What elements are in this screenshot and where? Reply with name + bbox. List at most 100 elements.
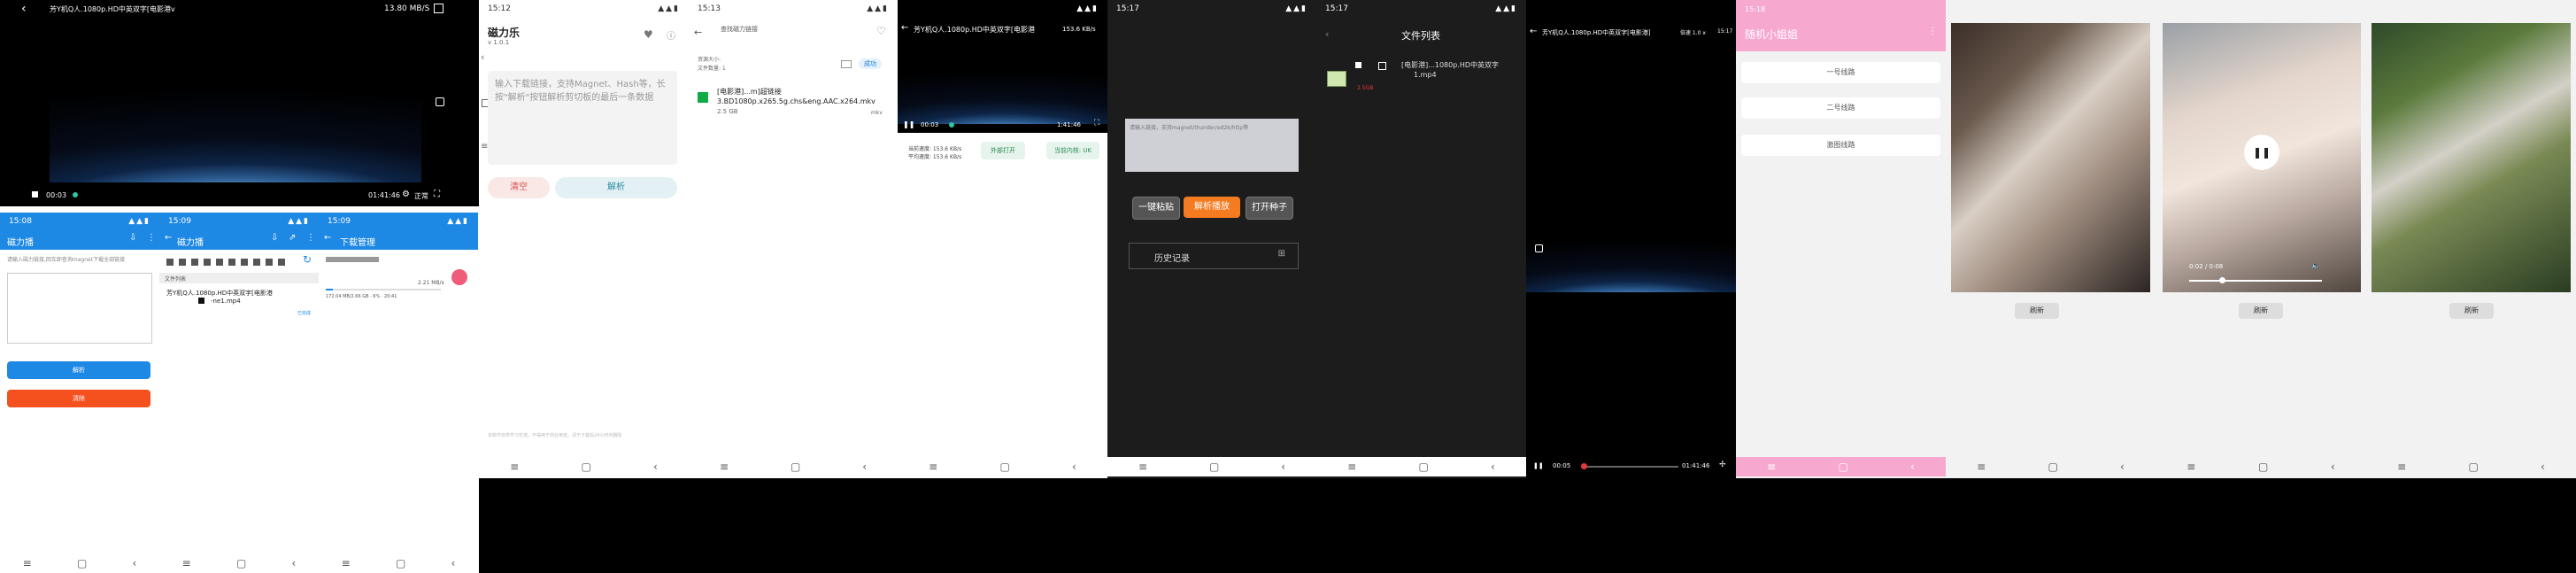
back-nav-icon[interactable]: ‹ xyxy=(2331,461,2335,473)
lock-icon[interactable] xyxy=(1535,244,1543,252)
select-all-checkbox[interactable] xyxy=(1355,62,1361,68)
favorite-icon[interactable]: ♡ xyxy=(876,25,886,37)
lock-icon[interactable] xyxy=(436,97,444,106)
play-pause-icon[interactable]: ❚❚ xyxy=(903,120,914,128)
seek-thumb[interactable] xyxy=(1581,463,1587,469)
external-open-button[interactable]: 外部打开 xyxy=(981,142,1025,159)
playback-speed-button[interactable]: 正常 xyxy=(414,191,428,201)
download-icon[interactable]: ⇩ xyxy=(129,233,136,243)
back-nav-icon[interactable]: ‹ xyxy=(133,557,137,569)
link-input[interactable]: 请输入链接，支持magnet/thunder/ed2k/http等 xyxy=(1125,119,1299,172)
seek-thumb[interactable] xyxy=(949,122,954,128)
back-nav-icon[interactable]: ‹ xyxy=(1072,461,1076,473)
back-nav-icon[interactable]: ‹ xyxy=(1491,461,1495,473)
download-icon[interactable]: ⇩ xyxy=(271,233,278,243)
fan-icon[interactable]: ✢ xyxy=(1719,461,1726,469)
menu-nav-icon[interactable]: ≡ xyxy=(1977,461,1986,473)
fullscreen-icon[interactable]: ⛶ xyxy=(1094,119,1099,128)
video-area[interactable]: ▲▲▮ ← 芳Y机Q人.1080p.HD中英双字[电影港 153.6 KB/s … xyxy=(898,0,1107,133)
home-nav-icon[interactable]: ▢ xyxy=(1838,461,1847,473)
info-icon[interactable]: ⓘ xyxy=(667,28,675,42)
kernel-button[interactable]: 当前内核: UK xyxy=(1046,142,1099,159)
pause-button[interactable]: ❚❚ xyxy=(2244,135,2279,170)
home-nav-icon[interactable]: ▢ xyxy=(2258,461,2268,473)
parse-play-button[interactable]: 解析播放 xyxy=(1184,197,1240,218)
back-nav-icon[interactable]: ‹ xyxy=(2120,461,2125,473)
favorite-icon[interactable]: ♥ xyxy=(644,28,653,41)
link-input[interactable]: 输入下载链接，支持Magnet、Hash等，长按"解析"按钮解析剪切板的最后一条… xyxy=(488,71,677,165)
more-icon[interactable]: ⋮ xyxy=(147,233,156,243)
seek-bar[interactable] xyxy=(1581,466,1678,468)
settings-icon[interactable]: ⚙ xyxy=(402,190,410,199)
back-icon[interactable]: ← xyxy=(324,233,331,243)
menu-nav-icon[interactable]: ≡ xyxy=(23,557,32,569)
home-nav-icon[interactable]: ▢ xyxy=(236,557,246,569)
menu-nav-icon[interactable]: ≡ xyxy=(1138,461,1147,473)
more-icon[interactable]: ⋮ xyxy=(306,233,315,243)
share-icon[interactable] xyxy=(434,4,443,13)
stop-button[interactable] xyxy=(451,269,467,285)
share-icon[interactable]: ⇗ xyxy=(289,233,296,243)
home-nav-icon[interactable]: ▢ xyxy=(581,461,590,473)
home-nav-icon[interactable]: ▢ xyxy=(1209,461,1219,473)
side-back-icon[interactable]: ‹ xyxy=(481,51,484,63)
back-icon[interactable]: ← xyxy=(165,233,172,243)
volume-icon[interactable]: 🔈 xyxy=(2311,261,2320,269)
refresh-button[interactable]: 刷新 xyxy=(2239,303,2283,319)
back-icon[interactable]: ‹ xyxy=(21,2,27,16)
magnet-input[interactable] xyxy=(7,273,152,344)
parse-button[interactable]: 解析 xyxy=(7,361,150,379)
menu-nav-icon[interactable]: ≡ xyxy=(2187,461,2195,473)
menu-nav-icon[interactable]: ≡ xyxy=(182,557,191,569)
menu-nav-icon[interactable]: ≡ xyxy=(2397,461,2406,473)
status-pill[interactable]: 成功 xyxy=(859,58,882,69)
menu-nav-icon[interactable]: ≡ xyxy=(1767,461,1776,473)
file-checkbox[interactable] xyxy=(1378,62,1386,70)
video-frame[interactable] xyxy=(1526,204,1736,292)
back-nav-icon[interactable]: ‹ xyxy=(653,461,658,473)
refresh-button[interactable]: 刷新 xyxy=(2015,303,2059,319)
back-nav-icon[interactable]: ‹ xyxy=(2541,461,2545,473)
home-nav-icon[interactable]: ▢ xyxy=(999,461,1009,473)
back-nav-icon[interactable]: ‹ xyxy=(862,461,867,473)
home-nav-icon[interactable]: ▢ xyxy=(791,461,800,473)
line-three-button[interactable]: 激图线路 xyxy=(1741,135,1940,156)
parse-button[interactable]: 解析 xyxy=(555,177,677,198)
back-nav-icon[interactable]: ‹ xyxy=(292,557,297,569)
back-nav-icon[interactable]: ‹ xyxy=(1910,461,1915,473)
clear-button[interactable]: 清除 xyxy=(7,390,150,407)
home-nav-icon[interactable]: ▢ xyxy=(77,557,87,569)
back-icon[interactable]: ← xyxy=(901,23,908,33)
clear-button[interactable]: 清空 xyxy=(488,177,550,198)
video-frame[interactable] xyxy=(50,25,421,182)
girl-photo[interactable] xyxy=(2372,23,2571,292)
history-box[interactable]: 历史记录 ⊞ xyxy=(1129,243,1299,269)
back-nav-icon[interactable]: ‹ xyxy=(1281,461,1285,473)
line-one-button[interactable]: 一号线路 xyxy=(1741,62,1940,83)
playback-speed[interactable]: 倍速 1.0 x xyxy=(1680,28,1706,36)
home-nav-icon[interactable]: ▢ xyxy=(2048,461,2057,473)
home-nav-icon[interactable]: ▢ xyxy=(396,557,405,569)
back-nav-icon[interactable]: ‹ xyxy=(451,557,456,569)
menu-nav-icon[interactable]: ≡ xyxy=(342,557,351,569)
menu-nav-icon[interactable]: ≡ xyxy=(1347,461,1356,473)
back-icon[interactable]: ← xyxy=(694,27,702,38)
more-icon[interactable]: ⋮ xyxy=(1928,27,1937,36)
home-nav-icon[interactable]: ▢ xyxy=(2468,461,2478,473)
home-nav-icon[interactable]: ▢ xyxy=(1418,461,1428,473)
open-torrent-button[interactable]: 打开种子 xyxy=(1246,197,1293,220)
menu-nav-icon[interactable]: ≡ xyxy=(720,461,729,473)
file-status[interactable]: 已完成 xyxy=(297,310,311,316)
select-icon[interactable] xyxy=(841,60,852,68)
back-icon[interactable]: ← xyxy=(1530,27,1537,36)
video-seek-bar[interactable] xyxy=(2189,280,2322,282)
girl-photo[interactable] xyxy=(1951,23,2150,292)
menu-nav-icon[interactable]: ≡ xyxy=(929,461,937,473)
fullscreen-icon[interactable]: ⛶ xyxy=(434,190,440,199)
play-pause-icon[interactable]: ❚❚ xyxy=(1533,462,1544,469)
video-seek-thumb[interactable] xyxy=(2219,277,2225,283)
play-pause-icon[interactable] xyxy=(32,191,38,197)
menu-nav-icon[interactable]: ≡ xyxy=(510,461,519,473)
paste-button[interactable]: 一键粘贴 xyxy=(1132,197,1180,220)
refresh-icon[interactable]: ↻ xyxy=(303,253,312,266)
